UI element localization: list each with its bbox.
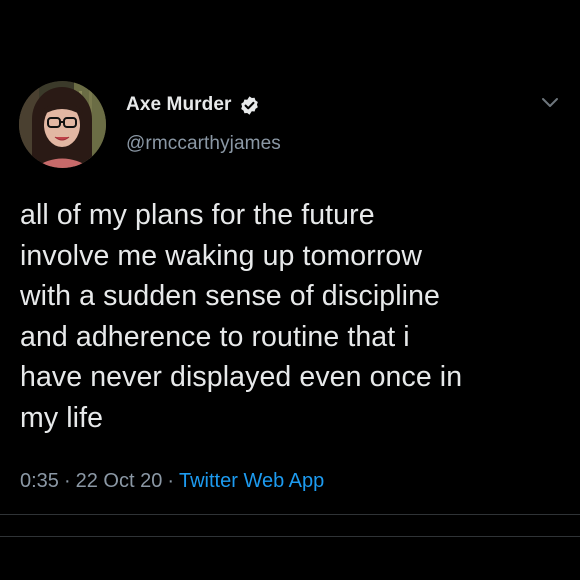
tweet-time[interactable]: 0:35 bbox=[20, 470, 59, 492]
tweet-source-link[interactable]: Twitter Web App bbox=[179, 470, 324, 492]
tweet-text: all of my plans for the future involve m… bbox=[20, 199, 463, 434]
tweet-meta: 0:35 · 22 Oct 20 · Twitter Web App bbox=[20, 467, 324, 495]
divider bbox=[0, 536, 580, 537]
tweet-date[interactable]: 22 Oct 20 bbox=[76, 470, 163, 492]
tweet-card: Axe Murder @rmccarthyjames all of my pla… bbox=[0, 0, 580, 580]
display-name[interactable]: Axe Murder bbox=[126, 94, 232, 116]
divider bbox=[0, 514, 580, 515]
name-row: Axe Murder bbox=[126, 91, 260, 119]
avatar-image bbox=[19, 81, 106, 168]
avatar[interactable] bbox=[19, 81, 106, 168]
chevron-down-icon[interactable] bbox=[541, 96, 559, 108]
handle[interactable]: @rmccarthyjames bbox=[126, 133, 281, 155]
meta-separator: · bbox=[167, 470, 174, 492]
verified-badge-icon bbox=[239, 95, 260, 116]
meta-separator: · bbox=[63, 470, 71, 492]
